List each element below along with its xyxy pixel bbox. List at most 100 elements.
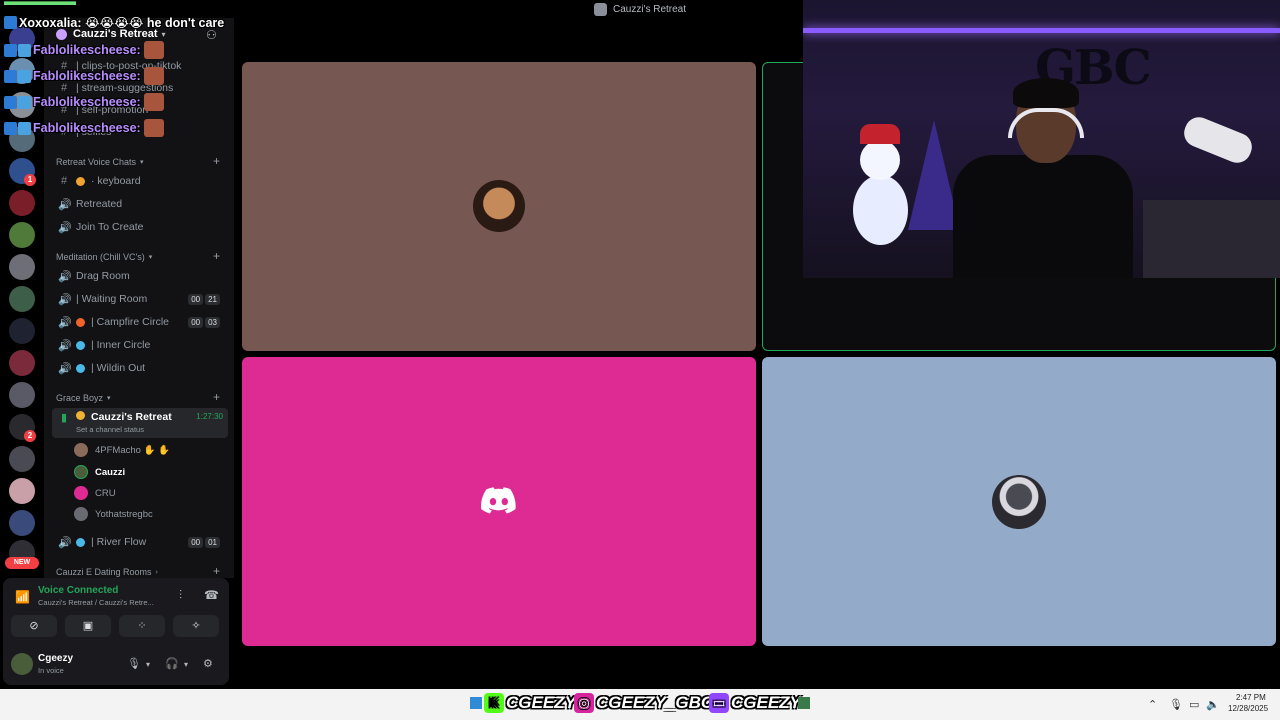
chevron-up-icon[interactable]: ⌃ bbox=[1148, 698, 1157, 711]
notification-badge: 1 bbox=[24, 174, 36, 186]
channel-label: · keyboard bbox=[91, 175, 141, 187]
soundboard-button[interactable]: ✧ bbox=[173, 615, 219, 637]
voice-member[interactable]: Cauzzi bbox=[74, 463, 125, 481]
windows-start-icon[interactable] bbox=[470, 697, 482, 709]
category-retreat-voice[interactable]: Retreat Voice Chats ▾ bbox=[56, 157, 144, 167]
chevron-down-icon: ▾ bbox=[140, 159, 144, 166]
voice-channel[interactable]: 🔊 | River Flow 00 01 bbox=[52, 532, 228, 552]
count-limit: 21 bbox=[205, 293, 220, 305]
invite-people-icon[interactable]: ⚇ bbox=[206, 28, 217, 42]
screen-share-button[interactable]: ▣ bbox=[65, 615, 111, 637]
channel-status[interactable]: Set a channel status bbox=[76, 425, 144, 434]
avatar bbox=[473, 180, 525, 232]
server-icon[interactable] bbox=[9, 190, 35, 216]
vip-badge-icon bbox=[18, 69, 31, 83]
chat-username: Fablolikescheese: bbox=[33, 121, 141, 135]
server-icon[interactable] bbox=[9, 478, 35, 504]
chevron-down-icon: ▾ bbox=[161, 29, 166, 39]
channel-label: | Wildin Out bbox=[91, 362, 146, 374]
server-icon[interactable] bbox=[9, 446, 35, 472]
chevron-down-icon[interactable]: ▾ bbox=[146, 660, 150, 669]
server-logo-icon bbox=[56, 28, 67, 40]
member-name: 4PFMacho ✋ ✋ bbox=[95, 444, 170, 456]
add-channel-icon[interactable]: + bbox=[213, 154, 220, 168]
channel-timer: 1:27:30 bbox=[196, 412, 223, 421]
category-dating[interactable]: Cauzzi E Dating Rooms › bbox=[56, 567, 158, 577]
user-name: Cgeezy bbox=[38, 653, 74, 664]
add-channel-icon[interactable]: + bbox=[213, 390, 220, 404]
new-servers-pill[interactable]: NEW bbox=[5, 557, 39, 569]
voice-channel[interactable]: 🔊 | Campfire Circle 00 03 bbox=[52, 312, 228, 332]
count-current: 00 bbox=[188, 316, 204, 328]
count-current: 00 bbox=[188, 536, 204, 548]
noise-suppression-icon[interactable]: ⫶ bbox=[179, 588, 182, 603]
member-name: CRU bbox=[95, 487, 116, 499]
display-icon[interactable]: ▭ bbox=[1189, 698, 1199, 711]
channel-label: Cauzzi's Retreat bbox=[91, 411, 172, 423]
clock-date[interactable]: 12/28/2025 bbox=[1228, 704, 1268, 713]
voice-member[interactable]: Yothatstregbc bbox=[74, 505, 153, 523]
voice-channel[interactable]: 🔊 Join To Create bbox=[52, 217, 228, 237]
server-icon[interactable] bbox=[9, 350, 35, 376]
sub-badge-icon bbox=[4, 95, 17, 109]
user-count: 00 03 bbox=[188, 316, 220, 328]
add-channel-icon[interactable]: + bbox=[213, 564, 220, 578]
webcam-overlay: GBC bbox=[803, 0, 1280, 278]
microphone-icon[interactable]: 🎙 bbox=[127, 657, 141, 670]
add-channel-icon[interactable]: + bbox=[213, 249, 220, 263]
streamer-body-image bbox=[953, 155, 1133, 278]
camera-off-button[interactable]: ⊘ bbox=[11, 615, 57, 637]
participant-tile[interactable] bbox=[762, 357, 1276, 646]
active-voice-channel[interactable]: ▮ Cauzzi's Retreat 1:27:30 Set a channel… bbox=[52, 408, 228, 438]
server-icon[interactable] bbox=[9, 254, 35, 280]
avatar bbox=[992, 475, 1046, 529]
snowman-hat-image bbox=[860, 124, 900, 144]
member-name: Cauzzi bbox=[95, 466, 126, 478]
voice-channel[interactable]: 🔊 | Waiting Room 00 21 bbox=[52, 289, 228, 309]
chat-message: Fablolikescheese: bbox=[4, 93, 164, 111]
avatar[interactable] bbox=[11, 653, 33, 675]
participant-tile[interactable] bbox=[242, 357, 756, 646]
headphones-icon[interactable]: 🎧 bbox=[165, 657, 179, 670]
voice-channel[interactable]: 🔊 | Inner Circle bbox=[52, 335, 228, 355]
category-meditation[interactable]: Meditation (Chill VC's) ▾ bbox=[56, 252, 152, 262]
voice-member[interactable]: CRU bbox=[74, 484, 116, 502]
voice-channel[interactable]: 🔊 Retreated bbox=[52, 194, 228, 214]
kick-logo-icon: K bbox=[484, 693, 504, 713]
channel-label: | Campfire Circle bbox=[91, 316, 169, 328]
participant-tile[interactable] bbox=[242, 62, 756, 351]
avatar bbox=[74, 465, 88, 479]
activities-button[interactable]: ⁘ bbox=[119, 615, 165, 637]
taskbar-app-icon[interactable] bbox=[798, 697, 810, 709]
microphone-tray-icon[interactable]: 🎙 bbox=[1169, 698, 1183, 711]
chat-username: Fablolikescheese: bbox=[33, 43, 141, 57]
server-icon[interactable] bbox=[9, 286, 35, 312]
clock-time[interactable]: 2:47 PM bbox=[1236, 693, 1266, 702]
volume-icon[interactable]: 🔈 bbox=[1206, 698, 1220, 711]
voice-channel-path[interactable]: Cauzzi's Retreat / Cauzzi's Retre... bbox=[38, 598, 154, 607]
user-count: 00 01 bbox=[188, 536, 220, 548]
server-icon[interactable] bbox=[9, 382, 35, 408]
desk-image bbox=[1143, 200, 1280, 278]
server-icon[interactable] bbox=[9, 510, 35, 536]
channel-label: | Waiting Room bbox=[76, 293, 148, 305]
chevron-down-icon[interactable]: ▾ bbox=[184, 660, 188, 669]
disconnect-icon[interactable]: ☎ bbox=[204, 588, 219, 602]
count-limit: 03 bbox=[205, 316, 220, 328]
speaker-icon: 🔊 bbox=[58, 293, 72, 306]
user-status: In voice bbox=[38, 666, 64, 675]
kick-handle-text: CGEEZY bbox=[506, 693, 576, 712]
gear-icon[interactable]: ⚙ bbox=[203, 657, 213, 670]
category-grace-boyz[interactable]: Grace Boyz ▾ bbox=[56, 393, 111, 403]
text-channel[interactable]: # · keyboard bbox=[52, 171, 228, 191]
voice-channel[interactable]: 🔊 Drag Room bbox=[52, 266, 228, 286]
avatar bbox=[74, 507, 88, 521]
chat-emote-icon bbox=[143, 93, 164, 111]
server-icon[interactable] bbox=[9, 222, 35, 248]
voice-member[interactable]: 4PFMacho ✋ ✋ bbox=[74, 441, 170, 459]
voice-channel[interactable]: 🔊 | Wildin Out bbox=[52, 358, 228, 378]
server-icon[interactable] bbox=[9, 318, 35, 344]
twitch-handle: ▭ CGEEZY bbox=[709, 693, 801, 713]
signal-icon[interactable]: 📶 bbox=[15, 590, 30, 604]
member-name: Yothatstregbc bbox=[95, 508, 153, 520]
